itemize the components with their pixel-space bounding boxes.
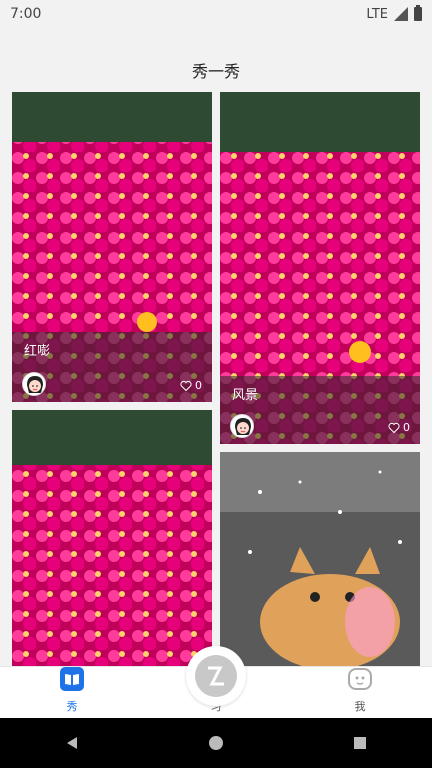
recents-icon[interactable] [352, 735, 368, 751]
cat-photo [220, 452, 420, 666]
battery-icon [414, 5, 422, 21]
study-center-button[interactable] [186, 646, 246, 706]
girl-avatar-icon [23, 373, 45, 395]
tab-show[interactable]: 秀 [17, 666, 127, 718]
post-card[interactable]: 风景 0 [220, 92, 420, 444]
tab-show-label: 秀 [66, 700, 78, 713]
book-icon [60, 667, 84, 691]
system-navigation-bar [0, 718, 432, 768]
profile-face-icon [348, 668, 372, 690]
page-title: 秀一秀 [191, 62, 240, 81]
signal-icon [394, 7, 408, 21]
status-time: 7:00 [10, 6, 42, 22]
card-caption: 红嘭 [24, 344, 51, 359]
girl-avatar-icon [231, 415, 253, 437]
avatar[interactable] [230, 414, 254, 438]
like-button[interactable]: 0 [180, 379, 202, 392]
post-card[interactable]: 红嘭 0 [12, 92, 212, 402]
status-icons: LTE [366, 5, 422, 22]
card-caption: 风景 [232, 388, 259, 403]
like-button[interactable]: 0 [388, 421, 410, 434]
status-bar: 7:00 LTE [0, 0, 432, 28]
like-count: 0 [403, 421, 410, 434]
flower-photo [12, 410, 212, 666]
caption-overlay: 红嘭 0 [12, 332, 212, 402]
avatar[interactable] [22, 372, 46, 396]
caption-overlay: 风景 0 [220, 376, 420, 444]
photo-feed[interactable]: 红嘭 0 风景 0 [0, 90, 432, 666]
heart-icon [388, 422, 400, 433]
tab-me[interactable]: 我 [305, 666, 415, 718]
like-count: 0 [195, 379, 202, 392]
network-type: LTE [366, 6, 388, 22]
post-card[interactable] [220, 452, 420, 666]
tab-me-label: 我 [354, 700, 366, 713]
home-icon[interactable] [208, 735, 224, 751]
heart-icon [180, 380, 192, 391]
back-icon[interactable] [64, 735, 80, 751]
study-icon [195, 655, 237, 697]
post-card[interactable] [12, 410, 212, 666]
